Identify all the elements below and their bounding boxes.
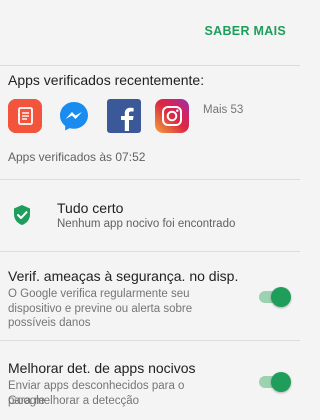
notes-app-icon[interactable]: [8, 99, 42, 133]
divider: [0, 340, 300, 341]
setting-title: Melhorar det. de apps nocivos: [8, 360, 196, 376]
divider: [0, 251, 300, 252]
setting-description-line: possíveis danos: [8, 317, 91, 329]
improve-detection-toggle[interactable]: [259, 372, 291, 392]
toggle-thumb: [271, 287, 291, 307]
notepad-icon: [8, 99, 42, 133]
instagram-icon: [162, 106, 182, 126]
scan-threats-toggle[interactable]: [259, 287, 291, 307]
shield-check-icon: [14, 205, 30, 225]
setting-description-line: para melhorar a detecção: [8, 394, 140, 407]
divider: [0, 179, 300, 180]
toggle-thumb: [271, 372, 291, 392]
instagram-app-icon[interactable]: [155, 99, 189, 133]
setting-title: Verif. ameaças à segurança. no disp.: [8, 268, 239, 284]
messenger-app-icon[interactable]: [57, 99, 91, 133]
messenger-icon: [60, 102, 88, 131]
apps-checked-time: Apps verificados às 07:52: [8, 150, 146, 164]
learn-more-button[interactable]: SABER MAIS: [205, 24, 286, 38]
status-title: Tudo certo: [57, 200, 124, 216]
recent-apps-title: Apps verificados recentemente:: [8, 72, 205, 88]
setting-description-line: dispositivo e previne ou alerta sobre: [8, 302, 193, 315]
header-section: SABER MAIS: [0, 0, 300, 66]
facebook-icon: [109, 101, 139, 131]
more-apps-count[interactable]: Mais 53: [203, 104, 243, 116]
facebook-app-icon[interactable]: [107, 99, 141, 133]
status-subtitle: Nenhum app nocivo foi encontrado: [57, 218, 236, 230]
setting-description-line: O Google verifica regularmente seu: [8, 288, 190, 300]
